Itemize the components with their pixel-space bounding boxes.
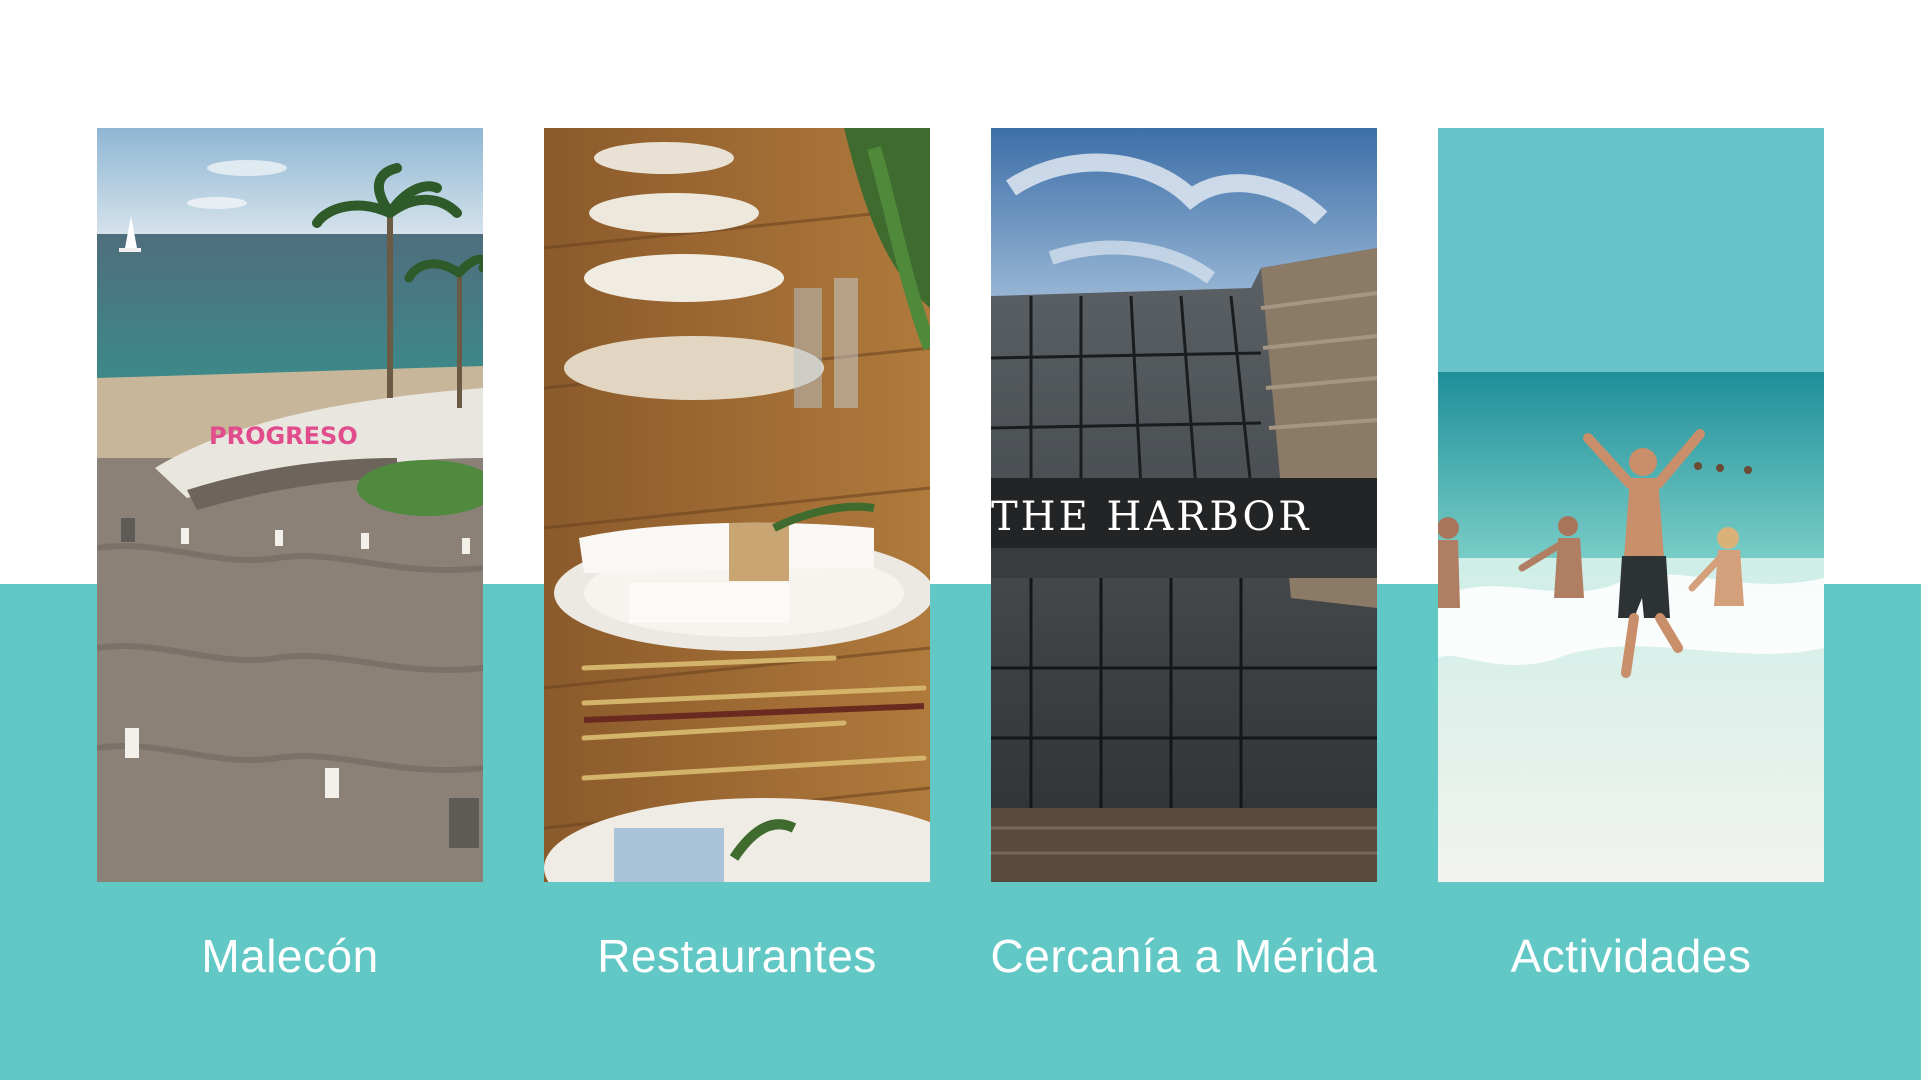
feature-caption-actividades: Actividades	[1510, 930, 1752, 982]
malecon-photo: PROGRESO	[97, 128, 483, 882]
feature-caption-cercania-merida: Cercanía a Mérida	[990, 930, 1378, 982]
progreso-sign-text: PROGRESO	[209, 422, 358, 450]
feature-caption-restaurantes: Restaurantes	[597, 930, 877, 982]
actividades-photo	[1438, 128, 1824, 882]
cercania-merida-photo: THE HARBOR	[991, 128, 1377, 882]
feature-caption-malecon: Malecón	[201, 930, 379, 982]
the-harbor-sign-text: THE HARBOR	[991, 494, 1311, 540]
restaurantes-photo	[544, 128, 930, 882]
